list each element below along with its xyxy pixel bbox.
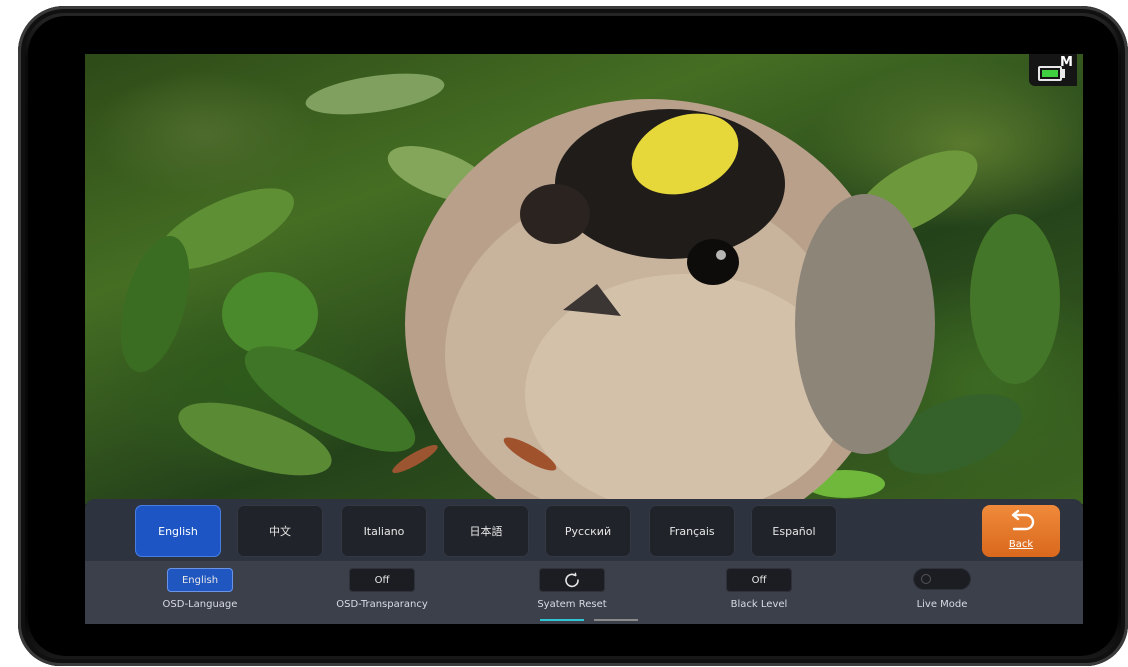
language-option-italian[interactable]: Italiano [341,505,427,557]
battery-icon [1038,66,1062,81]
back-button[interactable]: Back [982,505,1060,557]
language-option-spanish[interactable]: Español [751,505,837,557]
language-option-french[interactable]: Français [649,505,735,557]
language-selector-bar: English 中文 Italiano 日本語 Русский Français… [85,499,1083,561]
toggle-knob [921,574,931,584]
page-dot-active [540,619,584,621]
osd-transparency-value[interactable]: Off [349,568,415,592]
setting-system-reset[interactable]: Syatem Reset [497,567,647,617]
osd-language-caption: OSD-Language [162,599,238,610]
battery-status: M [1029,54,1077,86]
back-label: Back [1008,539,1034,550]
live-mode-caption: Live Mode [916,599,968,610]
monitor-screen: M English 中文 Italiano 日本語 Русский França… [85,54,1083,624]
black-level-value[interactable]: Off [726,568,792,592]
osd-transparency-caption: OSD-Transparancy [336,599,428,610]
language-option-chinese[interactable]: 中文 [237,505,323,557]
return-arrow-icon [1011,509,1035,531]
black-level-caption: Black Level [730,599,788,610]
setting-black-level[interactable]: Off Black Level [684,567,834,617]
page-dot-inactive [594,619,638,621]
system-reset-button[interactable] [539,568,605,592]
setting-osd-transparency[interactable]: Off OSD-Transparancy [307,567,457,617]
system-reset-caption: Syatem Reset [537,599,607,610]
battery-mode-label: M [1060,55,1073,70]
language-option-english[interactable]: English [135,505,221,557]
osd-language-value[interactable]: English [167,568,233,592]
language-option-russian[interactable]: Русский [545,505,631,557]
language-option-japanese[interactable]: 日本語 [443,505,529,557]
setting-osd-language[interactable]: English OSD-Language [125,567,275,617]
bird-photo [120,73,1060,504]
live-video-preview: M [85,54,1083,504]
reset-icon [565,572,579,588]
live-mode-toggle[interactable] [913,568,971,590]
settings-bar: English OSD-Language Off OSD-Transparanc… [85,561,1083,624]
setting-live-mode[interactable]: Live Mode [867,567,1017,617]
